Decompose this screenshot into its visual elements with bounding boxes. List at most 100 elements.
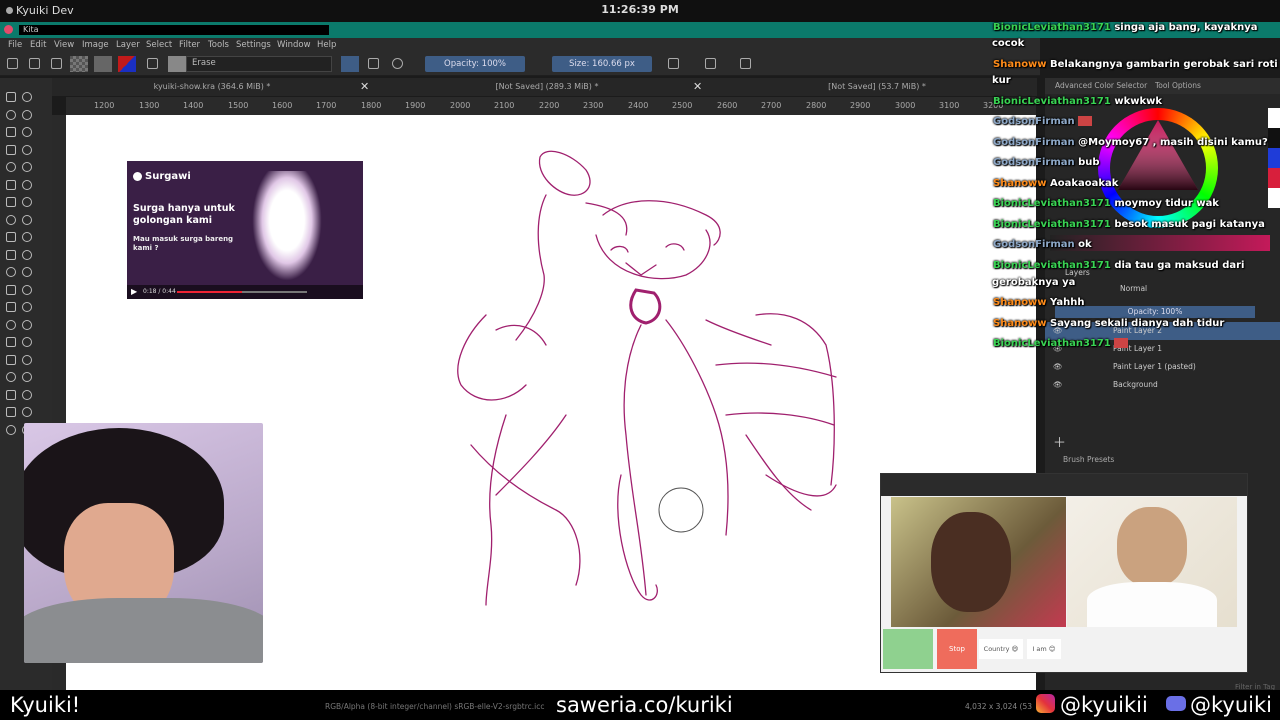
tool-icon[interactable] — [22, 337, 32, 347]
participant-face — [931, 512, 1011, 612]
tool-icon[interactable] — [6, 197, 16, 207]
mirror-horizontal-icon[interactable] — [668, 58, 679, 69]
tool-icon[interactable] — [22, 354, 32, 365]
call-participant-video — [891, 497, 1066, 627]
new-file-icon[interactable] — [7, 58, 18, 69]
tab-not-saved-1[interactable]: [Not Saved] (289.3 MiB) * ✕ — [387, 78, 707, 96]
streamer-webcam — [24, 423, 263, 663]
tool-icon[interactable] — [6, 179, 16, 190]
title-field[interactable]: Kita — [18, 24, 330, 36]
chat-message: BionicLeviathan3171 — [993, 338, 1129, 349]
brush-preset-thumb[interactable] — [168, 56, 186, 72]
tool-icon[interactable] — [6, 267, 16, 277]
tool-icon[interactable] — [6, 127, 16, 137]
tool-icon[interactable] — [22, 214, 32, 225]
chat-message: GodsonFirman bub — [993, 157, 1100, 168]
eye-icon[interactable]: 👁 — [1053, 376, 1063, 394]
video-progress[interactable] — [177, 291, 307, 293]
tool-icon[interactable] — [6, 109, 16, 120]
stream-bottom-bar: Kyuiki! RGB/Alpha (8-bit integer/channel… — [0, 690, 1280, 720]
tool-icon[interactable] — [6, 389, 16, 400]
menu-help[interactable]: Help — [317, 40, 336, 50]
size-slider[interactable]: Size: 160.66 px — [552, 56, 652, 72]
tool-icon[interactable] — [6, 249, 16, 260]
add-layer-icon[interactable]: ＋ — [1053, 432, 1066, 451]
menu-filter[interactable]: Filter — [179, 40, 200, 50]
tool-icon[interactable] — [6, 92, 16, 102]
menu-layer[interactable]: Layer — [116, 40, 140, 50]
clock: 11:26:39 PM — [601, 3, 679, 16]
tool-icon[interactable] — [6, 337, 16, 347]
gradient-swatch[interactable] — [70, 56, 88, 72]
tool-icon[interactable] — [22, 284, 32, 295]
tool-icon[interactable] — [22, 92, 32, 102]
tool-icon[interactable] — [22, 232, 32, 242]
pattern-swatch[interactable] — [94, 56, 112, 72]
discord-icon — [1166, 696, 1186, 711]
fg-bg-color-swatch[interactable] — [118, 56, 136, 72]
menu-image[interactable]: Image — [82, 40, 109, 50]
chat-message: Shanoww Aoakaoakak — [993, 178, 1118, 189]
tool-icon[interactable] — [6, 162, 16, 172]
close-icon[interactable]: ✕ — [360, 78, 369, 96]
tool-icon[interactable] — [22, 302, 32, 312]
tool-icon[interactable] — [6, 407, 16, 417]
tool-icon[interactable] — [22, 267, 32, 277]
stop-button[interactable]: Stop — [937, 629, 977, 669]
menu-settings[interactable]: Settings — [236, 40, 271, 50]
tool-icon[interactable] — [22, 319, 32, 330]
play-icon[interactable]: ▶ — [131, 287, 137, 296]
tool-icon[interactable] — [6, 302, 16, 312]
tab-kyuiki-show[interactable]: kyuiki-show.kra (364.6 MiB) * ✕ — [52, 78, 372, 96]
layer-row[interactable]: 👁 Background — [1045, 376, 1280, 394]
ruler-top: 1200 1300 1400 1500 1600 1700 1800 1900 … — [66, 97, 1036, 115]
menu-edit[interactable]: Edit — [30, 40, 46, 50]
mirror-vertical-icon[interactable] — [705, 58, 716, 69]
tool-icon[interactable] — [6, 214, 16, 225]
preserve-alpha-icon[interactable] — [368, 58, 379, 69]
eraser-mode-icon[interactable] — [341, 56, 359, 72]
brush-settings-icon[interactable] — [147, 58, 158, 69]
embedded-video[interactable]: Surgawi Surga hanya untuk golongan kami … — [127, 161, 363, 299]
opacity-slider[interactable]: Opacity: 100% — [425, 56, 525, 72]
chat-user: GodsonFirman — [993, 239, 1075, 250]
menu-tools[interactable]: Tools — [208, 40, 229, 50]
tool-icon[interactable] — [22, 389, 32, 400]
system-topbar: Kyuiki Dev 11:26:39 PM — [0, 0, 1280, 22]
menu-select[interactable]: Select — [146, 40, 172, 50]
document-tabs: kyuiki-show.kra (364.6 MiB) * ✕ [Not Sav… — [52, 78, 1037, 96]
tool-icon[interactable] — [6, 354, 16, 365]
tab-not-saved-2[interactable]: [Not Saved] (53.7 MiB) * — [717, 78, 1037, 96]
tool-icon[interactable] — [22, 249, 32, 260]
iam-chip[interactable]: I am 😊 — [1027, 639, 1061, 659]
tool-icon[interactable] — [22, 407, 32, 417]
tool-icon[interactable] — [6, 319, 16, 330]
menu-window[interactable]: Window — [277, 40, 311, 50]
menu-view[interactable]: View — [54, 40, 74, 50]
tool-icon[interactable] — [22, 162, 32, 172]
tool-icon[interactable] — [6, 232, 16, 242]
reload-preset-icon[interactable] — [392, 58, 403, 69]
tool-icon[interactable] — [6, 284, 16, 295]
menu-file[interactable]: File — [8, 40, 22, 50]
tool-icon[interactable] — [6, 424, 16, 435]
tool-icon[interactable] — [22, 179, 32, 190]
crop-icon[interactable] — [740, 58, 751, 69]
chat-user: Shanoww — [993, 178, 1047, 189]
video-controls[interactable]: ▶ 0:18 / 0:44 — [127, 285, 363, 299]
colorspace-status: RGB/Alpha (8-bit integer/channel) sRGB-e… — [325, 702, 545, 711]
country-chip[interactable]: Country 😄 — [979, 639, 1023, 659]
tool-icon[interactable] — [6, 144, 16, 155]
tool-icon[interactable] — [6, 372, 16, 382]
tool-icon[interactable] — [22, 109, 32, 120]
open-file-icon[interactable] — [29, 58, 40, 69]
chat-user: BionicLeviathan3171 — [993, 198, 1111, 209]
save-icon[interactable] — [51, 58, 62, 69]
close-icon[interactable]: ✕ — [693, 78, 702, 96]
chat-text: Yahhh — [1050, 297, 1085, 308]
tool-icon[interactable] — [22, 144, 32, 155]
tool-icon[interactable] — [22, 372, 32, 382]
chat-user: BionicLeviathan3171 — [993, 219, 1111, 230]
tool-icon[interactable] — [22, 197, 32, 207]
tool-icon[interactable] — [22, 127, 32, 137]
